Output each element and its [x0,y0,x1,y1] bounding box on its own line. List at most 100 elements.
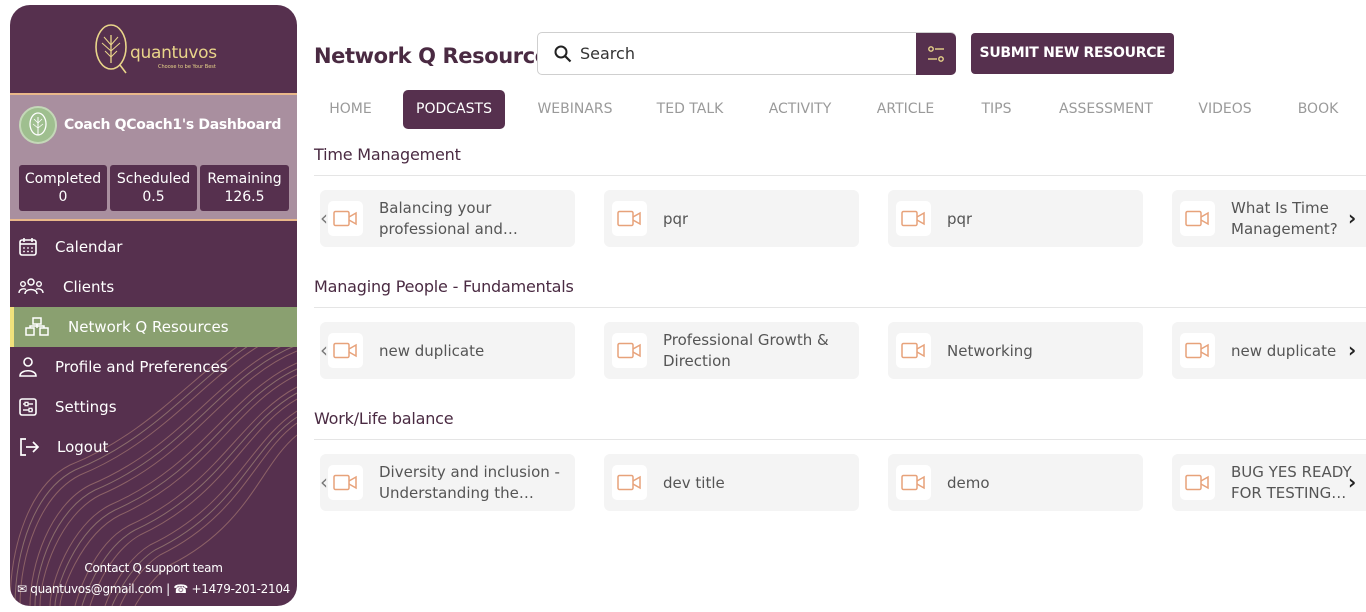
stat-value: 126.5 [224,189,265,205]
user-icon [19,357,37,377]
quantuvos-logo[interactable]: quantuvos Choose to be Your Best [94,23,224,79]
avatar[interactable] [19,106,57,144]
tab-tips[interactable]: TIPS [974,90,1019,129]
contact-details: ✉ quantuvos@gmail.com | ☎ +1479-201-2104 [10,582,297,596]
video-camera-icon [617,474,641,491]
stat-completed: Completed 0 [19,165,107,211]
carousel-next-arrow-icon[interactable]: › [1348,470,1356,494]
resource-title: pqr [947,209,973,228]
sidebar-item-clients[interactable]: Clients [10,267,297,307]
resource-card[interactable]: new duplicate [1172,322,1366,379]
tree-avatar-icon [29,112,47,136]
stat-remaining: Remaining 126.5 [200,165,289,211]
sidebar-item-logout[interactable]: Logout [10,427,297,467]
resource-card[interactable]: pqr [888,190,1143,247]
resource-card[interactable]: new duplicate [320,322,575,379]
section-divider [314,307,1366,308]
tree-logo-icon [95,24,127,74]
submit-new-resource-button[interactable]: SUBMIT NEW RESOURCE [971,33,1174,74]
resource-card[interactable]: Balancing your professional and personal… [320,190,575,247]
video-camera-icon [1185,474,1209,491]
tab-book[interactable]: BOOK [1292,90,1344,129]
resource-title: dev title [663,473,725,492]
carousel-prev-arrow-icon[interactable]: ‹ [320,206,328,230]
tab-webinars[interactable]: WEBINARS [525,90,625,129]
logout-icon [20,438,40,456]
carousel-prev-arrow-icon[interactable]: ‹ [320,470,328,494]
section-divider [314,439,1366,440]
resource-title: new duplicate [379,341,485,360]
sidebar-item-profile-and-preferences[interactable]: Profile and Preferences [10,347,297,387]
video-thumbnail [1180,333,1215,368]
carousel-prev-arrow-icon[interactable]: ‹ [320,338,328,362]
clients-icon [18,278,44,295]
tab-videos[interactable]: VIDEOS [1189,90,1261,129]
tab-article[interactable]: ARTICLE [867,90,944,129]
tab-home[interactable]: HOME [314,90,387,129]
resource-tabs: HOME PODCASTS WEBINARS TED TALK ACTIVITY… [314,90,1366,129]
sidebar-item-network-q-resources[interactable]: Network Q Resources [10,307,297,347]
calendar-icon [19,238,37,256]
video-thumbnail [328,333,363,368]
sidebar-item-label: Network Q Resources [68,318,229,336]
network-icon [25,317,49,336]
resource-card[interactable]: pqr [604,190,859,247]
resource-card[interactable]: dev title [604,454,859,511]
video-thumbnail [896,201,931,236]
resource-card[interactable]: BUG YES READY FOR TESTING Harshal Test [1172,454,1366,511]
stat-label: Completed [24,171,102,187]
tab-assessment[interactable]: ASSESSMENT [1054,90,1158,129]
sidebar-item-settings[interactable]: Settings [10,387,297,427]
video-camera-icon [1185,342,1209,359]
resource-title: Professional Growth & Direction [663,331,829,370]
sidebar-nav: Calendar Clients Network Q Resources Pro… [10,227,297,467]
resource-card[interactable]: Networking [888,322,1143,379]
video-camera-icon [901,210,925,227]
stat-label: Scheduled [116,171,191,187]
brand-tagline: Choose to be Your Best [158,64,216,70]
dashboard-title: Coach QCoach1's Dashboard [64,117,282,133]
sidebar-item-label: Logout [57,438,109,456]
support-email[interactable]: quantuvos@gmail.com [30,582,163,596]
video-camera-icon [1185,210,1209,227]
video-thumbnail [896,465,931,500]
support-phone[interactable]: +1479-201-2104 [192,582,291,596]
brand-name: quantuvos [130,43,217,63]
section-title: Managing People - Fundamentals [314,277,574,296]
sidebar-item-label: Clients [63,278,115,296]
resource-card[interactable]: demo [888,454,1143,511]
resource-title: Diversity and inclusion - Understanding … [379,463,560,502]
stat-value: 0 [58,189,68,205]
sidebar-item-label: Settings [55,398,117,416]
video-thumbnail [612,333,647,368]
resource-card[interactable]: Professional Growth & Direction [604,322,859,379]
carousel-next-arrow-icon[interactable]: › [1348,206,1356,230]
search-input[interactable]: Search [537,32,956,75]
page-title: Network Q Resources [314,44,561,68]
resource-title: Networking [947,341,1033,360]
resource-title: pqr [663,209,689,228]
stat-scheduled: Scheduled 0.5 [110,165,197,211]
section-divider [314,175,1366,176]
resource-card[interactable]: Diversity and inclusion - Understanding … [320,454,575,511]
carousel-next-arrow-icon[interactable]: › [1348,338,1356,362]
sidebar-item-calendar[interactable]: Calendar [10,227,297,267]
tab-ted-talk[interactable]: TED TALK [643,90,737,129]
video-thumbnail [328,201,363,236]
video-camera-icon [617,210,641,227]
filter-button[interactable] [916,33,956,75]
filter-icon [928,46,944,62]
section-title: Work/Life balance [314,409,454,428]
resource-title: Balancing your professional and personal… [379,199,503,238]
video-thumbnail [1180,201,1215,236]
video-thumbnail [896,333,931,368]
video-thumbnail [612,201,647,236]
tab-activity[interactable]: ACTIVITY [758,90,842,129]
resource-card[interactable]: What Is Time Management? [1172,190,1366,247]
video-thumbnail [328,465,363,500]
sidebar-item-label: Calendar [55,238,123,256]
search-icon [554,45,572,63]
video-camera-icon [901,342,925,359]
tab-podcasts[interactable]: PODCASTS [403,90,505,129]
video-camera-icon [617,342,641,359]
